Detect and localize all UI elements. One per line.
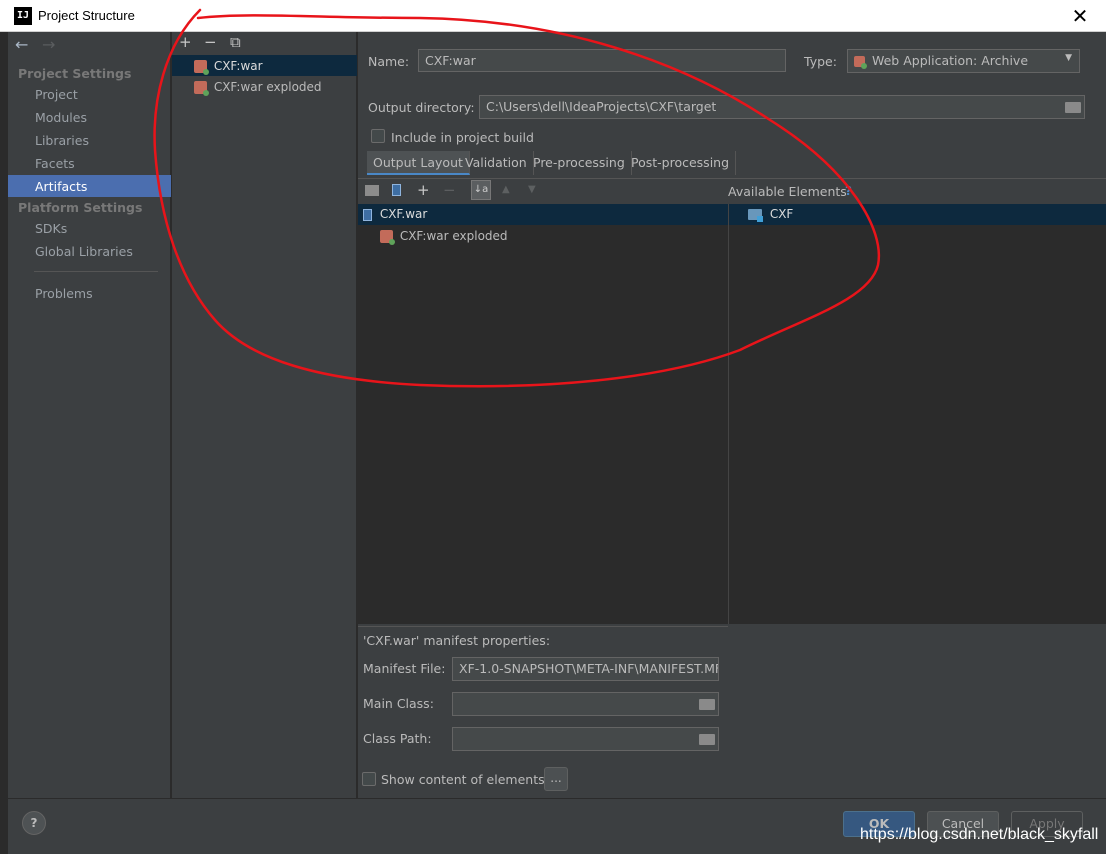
name-label: Name: [368,54,410,69]
war-archive-icon [194,60,209,75]
tree-item-label: CXF.war [379,207,428,221]
sort-icon[interactable]: ↓a [471,180,491,200]
war-exploded-icon [194,81,209,96]
sidebar-item-facets[interactable]: Facets [35,156,75,171]
show-content-checkbox[interactable] [362,772,376,786]
tab-validation[interactable]: Validation [459,151,534,175]
watermark: https://blog.csdn.net/black_skyfall [860,826,1099,843]
help-icon[interactable]: ? [845,184,852,198]
tree-item-label: CXF:war exploded [399,229,508,243]
sidebar-item-modules[interactable]: Modules [35,110,87,125]
remove-icon[interactable]: − [204,33,217,51]
type-value: Web Application: Archive [871,53,1029,68]
show-content-label: Show content of elements [381,772,545,787]
add-icon[interactable]: + [179,33,192,51]
intellij-app-icon: IJ [14,7,32,25]
manifest-title: 'CXF.war' manifest properties: [363,633,551,648]
close-icon[interactable]: ✕ [1068,4,1092,28]
jar-icon [363,208,372,221]
tree-item-cxf-war-exploded[interactable]: CXF:war exploded [380,229,508,245]
available-elements-label: Available Elements [728,184,847,199]
copy-icon[interactable]: ⧉ [230,33,241,51]
new-folder-icon[interactable] [365,185,379,196]
browse-folder-icon[interactable] [1065,102,1081,113]
title-bar: IJ Project Structure ✕ [0,0,1106,32]
platform-settings-header: Platform Settings [18,200,143,215]
help-button[interactable]: ? [22,811,46,835]
settings-sidebar [8,32,171,798]
sidebar-item-project[interactable]: Project [35,87,78,102]
artifact-label: CXF:war exploded [213,80,322,94]
name-field[interactable]: CXF:war [418,49,786,72]
main-class-label: Main Class: [363,696,434,711]
output-layout-tree [358,204,728,624]
move-down-icon[interactable]: ▼ [528,184,536,195]
move-up-icon[interactable]: ▲ [502,184,510,195]
sidebar-item-artifacts[interactable]: Artifacts [35,179,87,194]
available-item-cxf[interactable]: CXF [748,207,794,222]
artifact-item-war-exploded[interactable]: CXF:war exploded [194,80,322,96]
artifact-item-war[interactable]: CXF:war [194,59,263,75]
output-directory-field[interactable]: C:\Users\dell\IdeaProjects\CXF\target [479,95,1085,119]
back-arrow-icon[interactable]: ← [15,35,28,54]
remove-icon[interactable]: − [443,181,456,199]
add-icon[interactable]: + [417,181,430,199]
sidebar-item-sdks[interactable]: SDKs [35,221,67,236]
war-exploded-icon [380,230,395,245]
window-edge [0,32,8,854]
main-class-field[interactable] [452,692,719,716]
output-directory-label: Output directory: [368,100,475,115]
sidebar-divider [34,271,158,272]
tab-output-layout[interactable]: Output Layout [367,151,470,175]
tab-post-processing[interactable]: Post-processing [625,151,737,175]
forward-arrow-icon[interactable]: → [42,35,55,54]
archive-icon[interactable] [392,184,401,196]
manifest-file-field[interactable]: XF-1.0-SNAPSHOT\META-INF\MANIFEST.MF [452,657,719,681]
browse-class-path-icon[interactable] [699,734,715,745]
available-elements-panel [728,204,1106,624]
artifact-label: CXF:war [213,59,263,73]
manifest-file-label: Manifest File: [363,661,446,676]
available-item-label: CXF [769,207,794,221]
sidebar-item-libraries[interactable]: Libraries [35,133,89,148]
module-icon [748,209,763,222]
class-path-field[interactable] [452,727,719,751]
sidebar-selection-highlight [8,175,171,197]
project-settings-header: Project Settings [18,66,132,81]
chevron-down-icon: ▼ [1065,53,1072,63]
window-title: Project Structure [38,8,135,23]
browse-main-class-icon[interactable] [699,699,715,710]
sidebar-item-problems[interactable]: Problems [35,286,93,301]
tree-item-cxf-war[interactable]: CXF.war [363,207,427,221]
show-content-more-button[interactable]: ... [544,767,568,791]
artifacts-list-panel [172,32,357,798]
type-label: Type: [804,54,837,69]
sidebar-item-global-libraries[interactable]: Global Libraries [35,244,133,259]
web-app-icon [854,56,867,69]
include-in-build-label: Include in project build [391,130,534,145]
class-path-label: Class Path: [363,731,432,746]
include-in-build-checkbox[interactable] [371,129,385,143]
type-dropdown[interactable]: Web Application: Archive ▼ [847,49,1080,73]
tab-pre-processing[interactable]: Pre-processing [527,151,632,175]
